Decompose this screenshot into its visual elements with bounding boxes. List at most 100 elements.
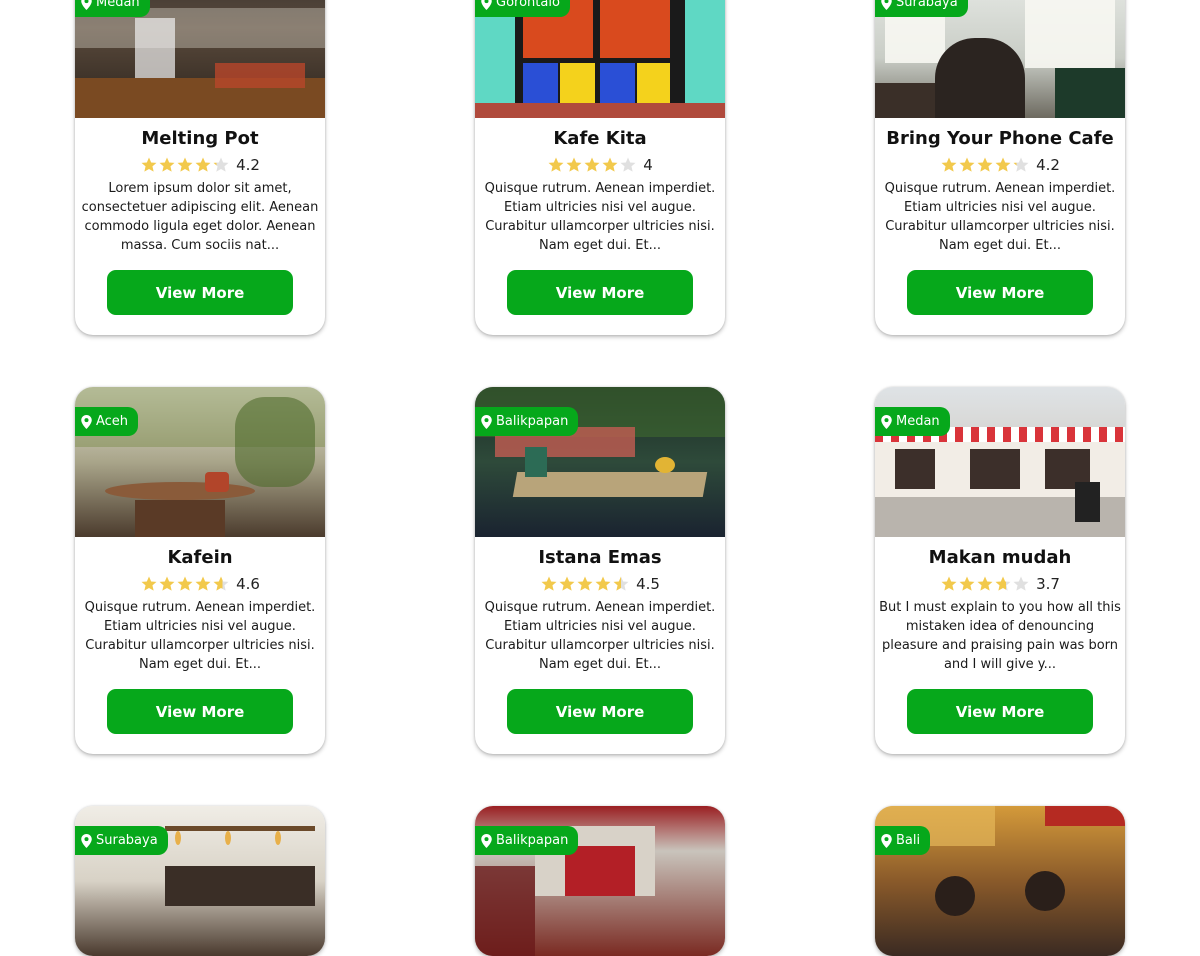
map-pin-icon <box>81 0 92 10</box>
view-more-button[interactable]: View More <box>107 689 293 734</box>
rating: 4.6 <box>77 574 323 594</box>
star-icon <box>541 576 557 591</box>
map-pin-icon <box>881 0 892 10</box>
rating-value: 4.2 <box>1036 156 1060 174</box>
star-icon <box>566 157 582 172</box>
cafe-card: Aceh Kafein 4.6 Quisque rutrum. Aenean i… <box>75 387 325 754</box>
rating-value: 4 <box>643 156 653 174</box>
location-badge: Aceh <box>75 407 139 436</box>
cafe-card: Medan Melting Pot 4.2 Lorem ipsum dolor … <box>75 0 325 335</box>
cafe-card: Balikpapan <box>475 806 725 956</box>
location-label: Medan <box>96 0 140 10</box>
star-icon <box>941 576 957 591</box>
map-pin-icon <box>481 0 492 10</box>
star-rating <box>940 575 1030 593</box>
star-icon <box>177 157 193 172</box>
location-label: Balikpapan <box>496 414 569 429</box>
star-rating <box>540 575 630 593</box>
star-icon <box>577 576 593 591</box>
cafe-photo: Medan <box>875 387 1125 537</box>
star-icon <box>620 157 636 172</box>
rating: 4 <box>477 155 723 175</box>
star-icon <box>213 576 229 591</box>
cafe-description: Quisque rutrum. Aenean imperdiet. Etiam … <box>884 181 1116 253</box>
star-icon <box>559 576 575 591</box>
location-label: Medan <box>896 414 940 429</box>
star-icon <box>977 157 993 172</box>
cafe-card: Gorontalo Kafe Kita 4 Quisque rutrum. Ae… <box>475 0 725 335</box>
view-more-button[interactable]: View More <box>507 270 693 315</box>
rating-value: 4.2 <box>236 156 260 174</box>
cafe-photo: Surabaya <box>75 806 325 956</box>
location-badge: Medan <box>75 0 150 17</box>
cafe-photo: Medan <box>75 0 325 118</box>
cafe-photo: Balikpapan <box>475 387 725 537</box>
cafe-description: Quisque rutrum. Aenean imperdiet. Etiam … <box>484 181 716 253</box>
map-pin-icon <box>81 414 92 429</box>
location-label: Surabaya <box>96 833 158 848</box>
location-label: Bali <box>896 833 921 848</box>
map-pin-icon <box>481 833 492 848</box>
cafe-card: Surabaya Bring Your Phone Cafe 4.2 Quisq… <box>875 0 1125 335</box>
star-icon <box>602 157 618 172</box>
location-label: Balikpapan <box>496 833 569 848</box>
location-label: Gorontalo <box>496 0 560 10</box>
location-badge: Gorontalo <box>475 0 570 17</box>
location-badge: Bali <box>875 826 931 855</box>
star-rating <box>940 156 1030 174</box>
view-more-button[interactable]: View More <box>507 689 693 734</box>
map-pin-icon <box>881 414 892 429</box>
cafe-description: Quisque rutrum. Aenean imperdiet. Etiam … <box>84 600 316 672</box>
cafe-card: Medan Makan mudah 3.7 But I must explain… <box>875 387 1125 754</box>
location-badge: Medan <box>875 407 950 436</box>
rating: 3.7 <box>877 574 1123 594</box>
view-more-button[interactable]: View More <box>107 270 293 315</box>
cafe-name: Bring Your Phone Cafe <box>886 128 1114 149</box>
rating-value: 3.7 <box>1036 575 1060 593</box>
cafe-name: Kafe Kita <box>553 128 647 149</box>
star-icon <box>941 157 957 172</box>
cafe-name: Makan mudah <box>928 547 1072 568</box>
rating: 4.5 <box>477 574 723 594</box>
location-badge: Surabaya <box>875 0 968 17</box>
view-more-button[interactable]: View More <box>907 689 1093 734</box>
map-pin-icon <box>481 414 492 429</box>
star-icon <box>1013 157 1029 172</box>
star-icon <box>995 576 1011 591</box>
star-icon <box>995 157 1011 172</box>
cafe-card: Bali <box>875 806 1125 956</box>
star-icon <box>213 157 229 172</box>
cafe-photo: Surabaya <box>875 0 1125 118</box>
rating-value: 4.5 <box>636 575 660 593</box>
cafe-photo: Aceh <box>75 387 325 537</box>
cafe-photo: Gorontalo <box>475 0 725 118</box>
location-badge: Balikpapan <box>475 407 579 436</box>
star-icon <box>141 576 157 591</box>
cafe-card: Surabaya <box>75 806 325 956</box>
cafe-description: Lorem ipsum dolor sit amet, consectetuer… <box>81 181 319 253</box>
cafe-photo: Bali <box>875 806 1125 956</box>
star-icon <box>595 576 611 591</box>
star-icon <box>959 576 975 591</box>
star-icon <box>1013 576 1029 591</box>
star-icon <box>959 157 975 172</box>
star-rating <box>547 156 637 174</box>
star-rating <box>140 156 230 174</box>
star-icon <box>141 157 157 172</box>
map-pin-icon <box>81 833 92 848</box>
location-label: Aceh <box>96 414 129 429</box>
view-more-button[interactable]: View More <box>907 270 1093 315</box>
star-icon <box>159 157 175 172</box>
location-badge: Surabaya <box>75 826 168 855</box>
cafe-name: Melting Pot <box>141 128 259 149</box>
rating: 4.2 <box>77 155 323 175</box>
location-badge: Balikpapan <box>475 826 579 855</box>
cafe-name: Istana Emas <box>538 547 662 568</box>
map-pin-icon <box>881 833 892 848</box>
star-icon <box>159 576 175 591</box>
star-icon <box>177 576 193 591</box>
cafe-name: Kafein <box>167 547 233 568</box>
star-icon <box>584 157 600 172</box>
cafe-photo: Balikpapan <box>475 806 725 956</box>
location-label: Surabaya <box>896 0 958 10</box>
